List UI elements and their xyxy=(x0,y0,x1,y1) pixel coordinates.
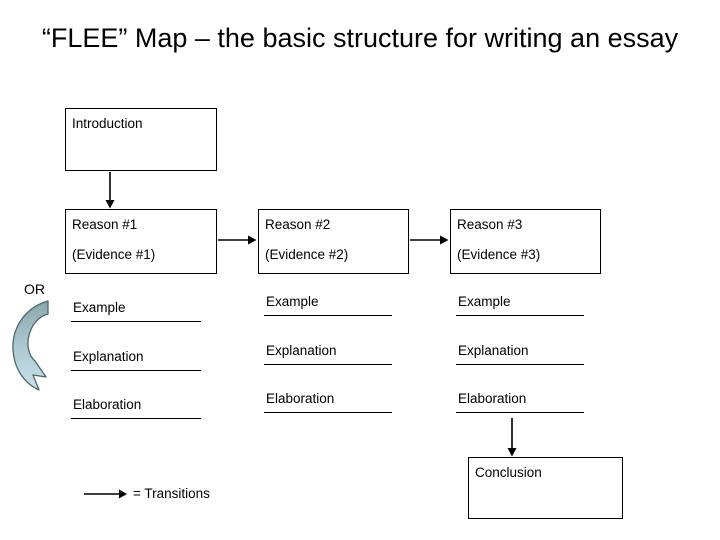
column-2-explanation-rule xyxy=(264,364,392,365)
reason-3-evidence: (Evidence #3) xyxy=(457,247,541,262)
reason-2-title: Reason #2 xyxy=(265,217,331,232)
right-arrow-icon xyxy=(83,484,129,504)
legend: = Transitions xyxy=(83,484,303,508)
column-2-explanation-label: Explanation xyxy=(266,343,337,358)
column-2-elaboration-rule xyxy=(264,412,392,413)
column-2-example-rule xyxy=(264,315,392,316)
column-3-elaboration-rule xyxy=(456,412,584,413)
slide-canvas: “FLEE” Map – the basic structure for wri… xyxy=(0,0,720,540)
curved-arrow-icon xyxy=(6,297,64,393)
column-1-elaboration-rule xyxy=(71,418,201,419)
column-1-explanation-rule xyxy=(71,370,201,371)
introduction-label: Introduction xyxy=(72,116,143,131)
arrow-reason1-to-reason2 xyxy=(218,235,257,245)
arrow-reason2-to-reason3 xyxy=(410,235,449,245)
column-2-elaboration-label: Elaboration xyxy=(266,391,335,406)
or-label: OR xyxy=(24,281,45,297)
column-1-explanation-label: Explanation xyxy=(73,349,144,364)
legend-text: = Transitions xyxy=(133,486,210,501)
reason-2-evidence: (Evidence #2) xyxy=(265,247,349,262)
column-2-example-label: Example xyxy=(266,294,319,309)
reason-3-box[interactable]: Reason #3 (Evidence #3) xyxy=(450,209,601,274)
reason-2-box[interactable]: Reason #2 (Evidence #2) xyxy=(258,209,409,274)
reason-3-title: Reason #3 xyxy=(457,217,523,232)
column-3-explanation-rule xyxy=(456,364,584,365)
reason-1-evidence: (Evidence #1) xyxy=(72,247,156,262)
arrow-elaboration-to-conclusion xyxy=(507,418,517,457)
page-title: “FLEE” Map – the basic structure for wri… xyxy=(41,23,679,53)
reason-1-box[interactable]: Reason #1 (Evidence #1) xyxy=(65,209,217,274)
column-3-example-label: Example xyxy=(458,294,511,309)
column-1-example-label: Example xyxy=(73,300,126,315)
conclusion-box[interactable]: Conclusion xyxy=(468,457,623,519)
arrow-intro-to-reason1 xyxy=(105,172,115,209)
column-1-elaboration-label: Elaboration xyxy=(73,397,142,412)
introduction-box[interactable]: Introduction xyxy=(65,108,217,171)
column-3-explanation-label: Explanation xyxy=(458,343,529,358)
reason-1-title: Reason #1 xyxy=(72,217,138,232)
conclusion-label: Conclusion xyxy=(475,465,542,480)
column-3-elaboration-label: Elaboration xyxy=(458,391,527,406)
column-3-example-rule xyxy=(456,315,584,316)
column-1-example-rule xyxy=(71,321,201,322)
